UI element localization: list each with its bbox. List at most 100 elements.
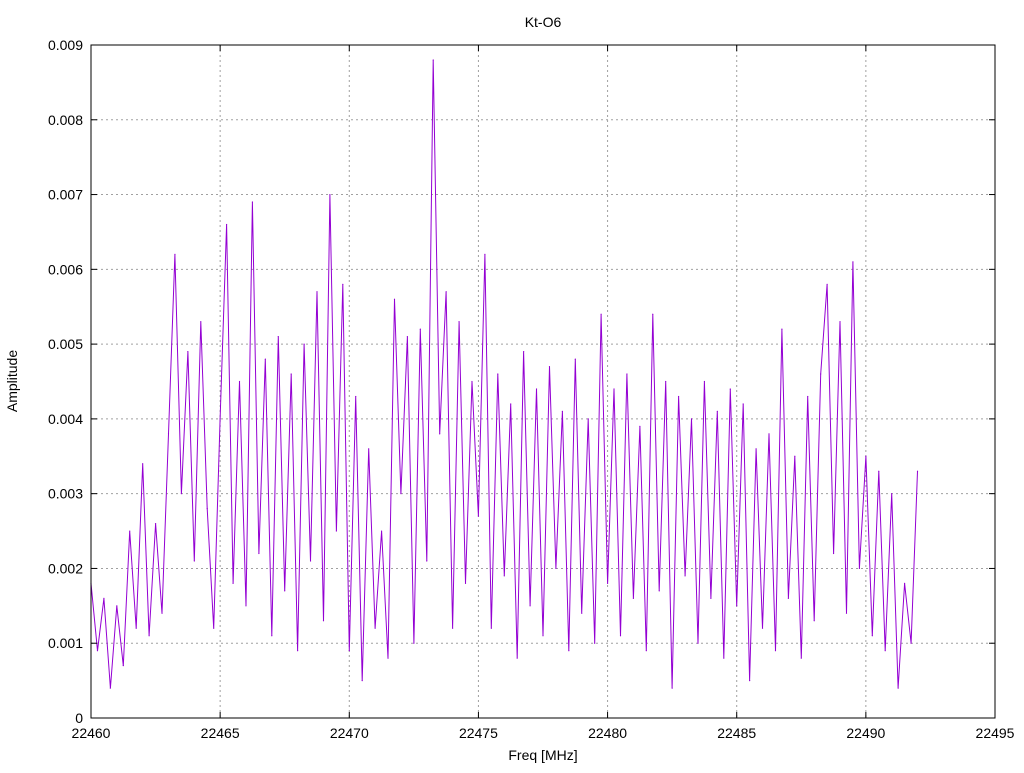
data-point bbox=[581, 612, 583, 614]
data-point bbox=[639, 425, 641, 427]
data-point bbox=[606, 582, 609, 585]
data-point bbox=[613, 388, 615, 390]
data-point bbox=[180, 493, 182, 495]
data-point bbox=[387, 657, 389, 659]
data-point bbox=[471, 380, 473, 383]
data-point bbox=[464, 582, 467, 585]
data-point bbox=[400, 493, 402, 495]
data-point bbox=[600, 313, 602, 315]
y-tick-label: 0.004 bbox=[48, 411, 83, 427]
data-point bbox=[258, 552, 260, 555]
y-tick-label: 0.005 bbox=[48, 336, 83, 352]
y-tick-label: 0 bbox=[75, 710, 83, 726]
data-point bbox=[884, 650, 886, 652]
data-point bbox=[632, 597, 635, 599]
data-point bbox=[290, 373, 292, 375]
data-point bbox=[568, 650, 570, 652]
x-axis-label: Freq [MHz] bbox=[508, 747, 577, 763]
data-point bbox=[477, 515, 480, 517]
data-point bbox=[904, 582, 906, 585]
y-tick-label: 0.009 bbox=[48, 37, 83, 53]
data-point bbox=[826, 283, 828, 285]
data-point bbox=[497, 373, 499, 375]
data-point bbox=[484, 253, 486, 255]
data-point bbox=[309, 560, 312, 562]
data-point bbox=[316, 291, 318, 293]
data-point bbox=[794, 455, 796, 457]
data-point bbox=[380, 530, 383, 532]
data-point bbox=[813, 620, 815, 622]
data-point bbox=[439, 433, 441, 435]
data-point bbox=[561, 410, 563, 413]
data-point bbox=[355, 395, 357, 398]
x-tick-label: 22480 bbox=[588, 725, 627, 741]
y-axis-label: Amplitude bbox=[4, 350, 20, 412]
data-point bbox=[871, 635, 873, 637]
data-point bbox=[749, 680, 751, 682]
data-point bbox=[251, 201, 254, 203]
data-point bbox=[129, 530, 131, 532]
data-point bbox=[916, 470, 919, 472]
data-point bbox=[619, 635, 622, 637]
data-point bbox=[238, 380, 241, 383]
data-point bbox=[516, 657, 518, 659]
data-point bbox=[103, 597, 105, 599]
data-point bbox=[736, 605, 738, 607]
data-point bbox=[510, 403, 512, 405]
data-point bbox=[445, 291, 447, 293]
data-point bbox=[161, 612, 163, 614]
y-tick-label: 0.007 bbox=[48, 187, 83, 203]
x-tick-label: 22495 bbox=[976, 725, 1015, 741]
data-point bbox=[910, 642, 912, 644]
x-tick-label: 22490 bbox=[846, 725, 885, 741]
data-point bbox=[690, 418, 693, 420]
data-point bbox=[703, 380, 706, 383]
data-point bbox=[187, 350, 189, 353]
data-point bbox=[845, 612, 848, 614]
data-point bbox=[587, 418, 589, 420]
data-point bbox=[303, 343, 305, 345]
data-point bbox=[781, 328, 783, 330]
data-point bbox=[535, 388, 538, 390]
data-point bbox=[658, 590, 660, 592]
y-tick-label: 0.008 bbox=[48, 112, 83, 128]
y-tick-label: 0.001 bbox=[48, 635, 83, 651]
data-point bbox=[839, 321, 841, 323]
data-point bbox=[148, 635, 150, 637]
data-point bbox=[684, 575, 686, 577]
data-point bbox=[374, 627, 376, 629]
data-point bbox=[755, 448, 757, 450]
chart-title: Kt-O6 bbox=[525, 14, 562, 30]
data-point bbox=[858, 567, 861, 570]
data-point bbox=[142, 463, 144, 465]
data-point bbox=[271, 635, 273, 637]
data-point bbox=[322, 620, 325, 622]
data-point bbox=[800, 657, 802, 659]
data-point bbox=[761, 627, 764, 629]
series bbox=[90, 59, 919, 689]
data-point bbox=[852, 261, 854, 263]
data-point bbox=[723, 657, 725, 659]
data-point bbox=[264, 358, 266, 360]
chart: 22460 22465 22470 22475 22480 22485 22490 22495… bbox=[4, 14, 1015, 763]
data-point bbox=[413, 642, 415, 644]
data-point bbox=[432, 59, 434, 61]
y-tick-label: 0.003 bbox=[48, 486, 83, 502]
data-point bbox=[897, 687, 899, 689]
data-point bbox=[458, 321, 460, 323]
x-tick-label: 22475 bbox=[459, 725, 498, 741]
data-point bbox=[626, 373, 628, 375]
data-point bbox=[542, 635, 544, 637]
data-point bbox=[878, 470, 880, 472]
data-point bbox=[297, 650, 299, 652]
data-point bbox=[219, 418, 221, 420]
data-point bbox=[548, 365, 551, 368]
data-point bbox=[116, 605, 118, 607]
data-point bbox=[109, 687, 111, 689]
data-point bbox=[368, 448, 370, 450]
x-tick-label: 22465 bbox=[201, 725, 240, 741]
data-point bbox=[277, 336, 279, 338]
data-point bbox=[329, 193, 331, 196]
data-point bbox=[245, 605, 247, 607]
data-point bbox=[729, 388, 731, 390]
